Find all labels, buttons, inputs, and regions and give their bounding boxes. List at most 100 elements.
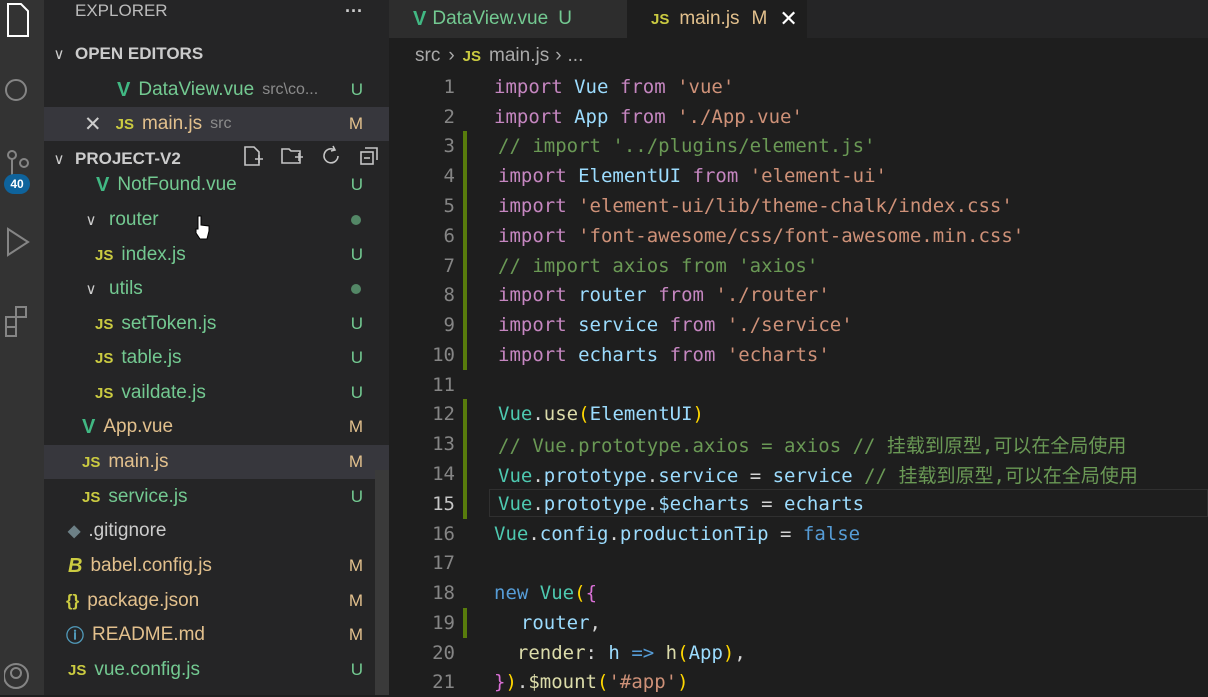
close-icon[interactable]: ✕ xyxy=(779,6,797,32)
explorer-title-bar: EXPLORER ··· xyxy=(44,0,389,28)
gutter-added-marker xyxy=(463,191,475,221)
line-number: 1 xyxy=(443,76,455,98)
tree-folder[interactable]: ∨ router xyxy=(44,203,389,237)
git-status: U xyxy=(350,80,363,99)
refresh-icon[interactable] xyxy=(320,145,342,173)
editor-area: V DataView.vue U JS main.js M ✕ src › JS… xyxy=(389,0,1208,695)
tree-item[interactable]: {} package.json M xyxy=(44,584,389,618)
new-file-icon[interactable] xyxy=(242,145,264,173)
code-line: 17 xyxy=(389,548,1208,578)
tree-item[interactable]: V App.vue M xyxy=(44,410,389,444)
gutter-added-marker xyxy=(463,489,475,519)
git-status: U xyxy=(350,314,363,333)
search-icon[interactable] xyxy=(0,70,36,110)
gutter-added-marker xyxy=(463,221,475,251)
line-number: 21 xyxy=(432,671,455,693)
code-text: Vue.config.productionTip = false xyxy=(494,523,861,545)
open-editor-path: src\co... xyxy=(262,81,319,98)
tree-item[interactable]: B babel.config.js M xyxy=(44,549,389,583)
open-editors-header[interactable]: ∨ OPEN EDITORS xyxy=(44,37,389,71)
code-line: 18 new Vue({ xyxy=(389,578,1208,608)
git-status: M xyxy=(348,452,363,471)
tree-item[interactable]: JS vue.config.js U xyxy=(44,653,389,687)
git-status: U xyxy=(350,660,363,679)
tree-item-label: utils xyxy=(109,278,143,299)
info-file-icon: ⓘ xyxy=(66,626,84,646)
open-editor-name: main.js xyxy=(141,113,203,134)
tree-item-label: README.md xyxy=(92,624,205,645)
project-header[interactable]: ∨ PROJECT-V2 xyxy=(44,142,389,176)
git-status: M xyxy=(348,417,363,436)
tree-item-selected[interactable]: JS main.js M xyxy=(44,445,389,479)
gutter xyxy=(463,72,471,102)
tree-item[interactable]: ◆ .gitignore xyxy=(44,514,389,548)
js-file-icon: JS xyxy=(115,115,134,133)
chevron-down-icon: ∨ xyxy=(53,151,65,168)
current-line-highlight xyxy=(489,489,1208,517)
run-debug-icon[interactable] xyxy=(0,222,36,262)
open-editor-item[interactable]: ✕ JS main.js src M xyxy=(44,107,389,141)
tree-item[interactable]: JS setToken.js U xyxy=(44,307,389,341)
gutter-added-marker xyxy=(463,251,475,281)
line-number: 9 xyxy=(443,314,455,336)
gutter-added-marker xyxy=(463,131,475,161)
close-icon[interactable]: ✕ xyxy=(84,112,102,137)
code-line: 8 import router from './router' xyxy=(389,280,1208,310)
new-folder-icon[interactable] xyxy=(280,145,304,173)
code-line: 10 import echarts from 'echarts' xyxy=(389,340,1208,370)
line-number: 14 xyxy=(432,463,455,485)
git-status: U xyxy=(350,175,363,194)
breadcrumb-file[interactable]: main.js xyxy=(489,45,549,67)
tree-item-label: service.js xyxy=(108,486,188,507)
gutter-added-marker xyxy=(463,459,475,489)
tree-item[interactable]: JS vaildate.js U xyxy=(44,376,389,410)
code-text: router, xyxy=(520,612,601,634)
code-line: 20 render: h => h(App), xyxy=(389,638,1208,668)
code-text: new Vue({ xyxy=(494,582,598,604)
line-number: 11 xyxy=(432,374,455,396)
tree-folder[interactable]: ∨ utils xyxy=(44,272,389,306)
breadcrumb-folder[interactable]: src xyxy=(415,45,440,67)
tree-item-label: .gitignore xyxy=(88,520,167,541)
tree-item[interactable]: JS index.js U xyxy=(44,238,389,272)
more-actions-icon[interactable]: ··· xyxy=(345,1,363,22)
chevron-down-icon: ∨ xyxy=(53,46,65,63)
tab-main-js[interactable]: JS main.js M ✕ xyxy=(627,0,807,38)
tree-item[interactable]: JS service.js U xyxy=(44,480,389,514)
code-line: 3 // import '../plugins/element.js' xyxy=(389,131,1208,161)
code-text: // import '../plugins/element.js' xyxy=(498,135,876,157)
code-line: 16 Vue.config.productionTip = false xyxy=(389,519,1208,549)
tree-item[interactable]: ⓘ README.md M xyxy=(44,618,389,652)
explorer-sidebar: EXPLORER ··· ∨ OPEN EDITORS V DataView.v… xyxy=(44,0,389,695)
js-file-icon: JS xyxy=(95,384,114,402)
tree-item-label: main.js xyxy=(108,451,169,472)
code-text: render: h => h(App), xyxy=(516,642,746,664)
collapse-all-icon[interactable] xyxy=(358,145,380,173)
chevron-right-icon: › xyxy=(555,45,562,66)
line-number: 20 xyxy=(432,642,455,664)
open-editor-item[interactable]: V DataView.vue src\co... U xyxy=(44,73,389,107)
code-line: 7 // import axios from 'axios' xyxy=(389,251,1208,281)
tree-item[interactable]: JS table.js U xyxy=(44,341,389,375)
vue-file-icon: V xyxy=(413,7,427,30)
breadcrumb-symbol[interactable]: ... xyxy=(568,45,584,67)
js-file-icon: JS xyxy=(82,488,101,506)
project-label: PROJECT-V2 xyxy=(75,149,181,168)
code-text: // Vue.prototype.axios = axios // 挂载到原型,… xyxy=(498,434,1127,457)
gutter xyxy=(463,370,471,400)
code-text: import Vue from 'vue' xyxy=(494,76,735,98)
account-icon[interactable] xyxy=(0,655,36,695)
js-file-icon: JS xyxy=(95,349,114,367)
tree-item-label: index.js xyxy=(121,244,186,265)
code-line: 19 router, xyxy=(389,608,1208,638)
line-number: 18 xyxy=(432,582,455,604)
line-number: 5 xyxy=(443,195,455,217)
tab-dataview[interactable]: V DataView.vue U xyxy=(389,0,627,38)
tab-status: M xyxy=(751,8,768,29)
sidebar-scrollbar[interactable] xyxy=(375,470,389,695)
explorer-icon[interactable] xyxy=(0,0,36,40)
js-file-icon: JS xyxy=(82,453,101,471)
extensions-icon[interactable] xyxy=(0,300,36,340)
json-file-icon: {} xyxy=(66,591,80,610)
code-text: import echarts from 'echarts' xyxy=(498,344,830,366)
